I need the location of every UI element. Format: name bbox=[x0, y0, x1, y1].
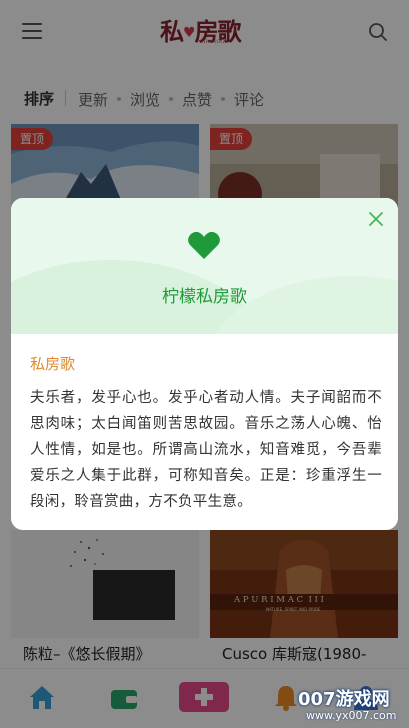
dialog-header: 柠檬私房歌 bbox=[11, 198, 398, 334]
watermark-title: 007游戏网 bbox=[298, 689, 390, 710]
dialog-subtitle: 私房歌 bbox=[30, 355, 76, 373]
intro-dialog: 柠檬私房歌 私房歌 夫乐者，发乎心也。发乎心者动人情。夫子闻韶而不思肉味；太白闻… bbox=[11, 198, 398, 530]
dialog-title: 柠檬私房歌 bbox=[162, 287, 247, 307]
close-icon[interactable] bbox=[367, 210, 385, 228]
watermark-url: www.yx007.com bbox=[306, 709, 397, 722]
site-watermark: 007游戏网 www.yx007.com bbox=[296, 685, 409, 728]
heart-icon bbox=[187, 230, 221, 260]
dialog-body-text: 夫乐者，发乎心也。发乎心者动人情。夫子闻韶而不思肉味；太白闻笛则苦思故园。音乐之… bbox=[30, 390, 382, 510]
